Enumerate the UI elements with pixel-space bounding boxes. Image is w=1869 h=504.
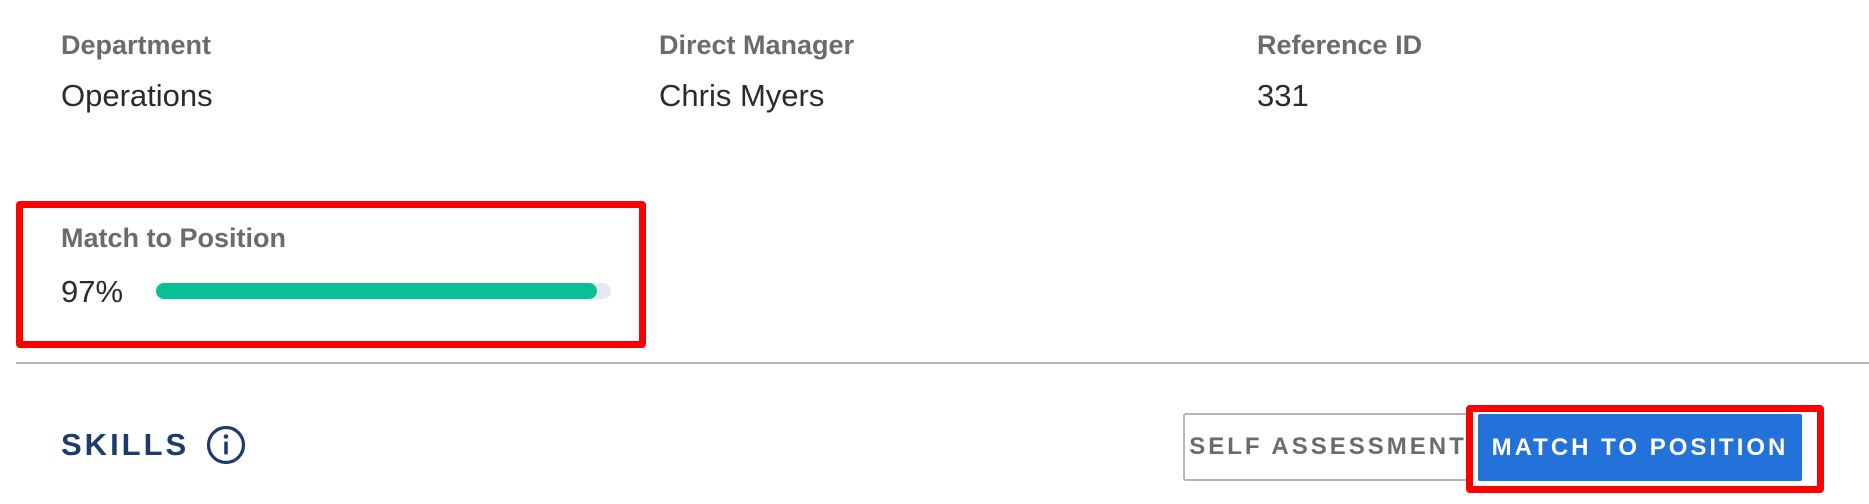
match-progress-fill bbox=[156, 283, 598, 299]
reference-id-field: Reference ID 331 bbox=[1257, 28, 1422, 116]
reference-id-value: 331 bbox=[1257, 78, 1309, 113]
reference-id-label: Reference ID bbox=[1257, 30, 1423, 60]
match-to-position-label: Match to Position bbox=[61, 223, 286, 253]
info-circle-icon[interactable] bbox=[206, 425, 246, 465]
section-divider bbox=[16, 362, 1869, 364]
skills-title: SKILLS bbox=[61, 427, 190, 462]
department-value: Operations bbox=[61, 78, 213, 113]
direct-manager-label: Direct Manager bbox=[659, 30, 855, 60]
skills-header: SKILLS bbox=[61, 425, 246, 465]
direct-manager-value: Chris Myers bbox=[659, 78, 825, 113]
direct-manager-field: Direct Manager Chris Myers bbox=[659, 28, 854, 116]
department-field: Department Operations bbox=[61, 28, 213, 116]
match-progress-bar bbox=[156, 283, 611, 299]
match-percent: 97% bbox=[61, 274, 124, 309]
match-to-position-button[interactable]: MATCH TO POSITION bbox=[1478, 414, 1802, 481]
department-label: Department bbox=[61, 30, 212, 60]
self-assessment-button[interactable]: SELF ASSESSMENT bbox=[1183, 413, 1473, 481]
